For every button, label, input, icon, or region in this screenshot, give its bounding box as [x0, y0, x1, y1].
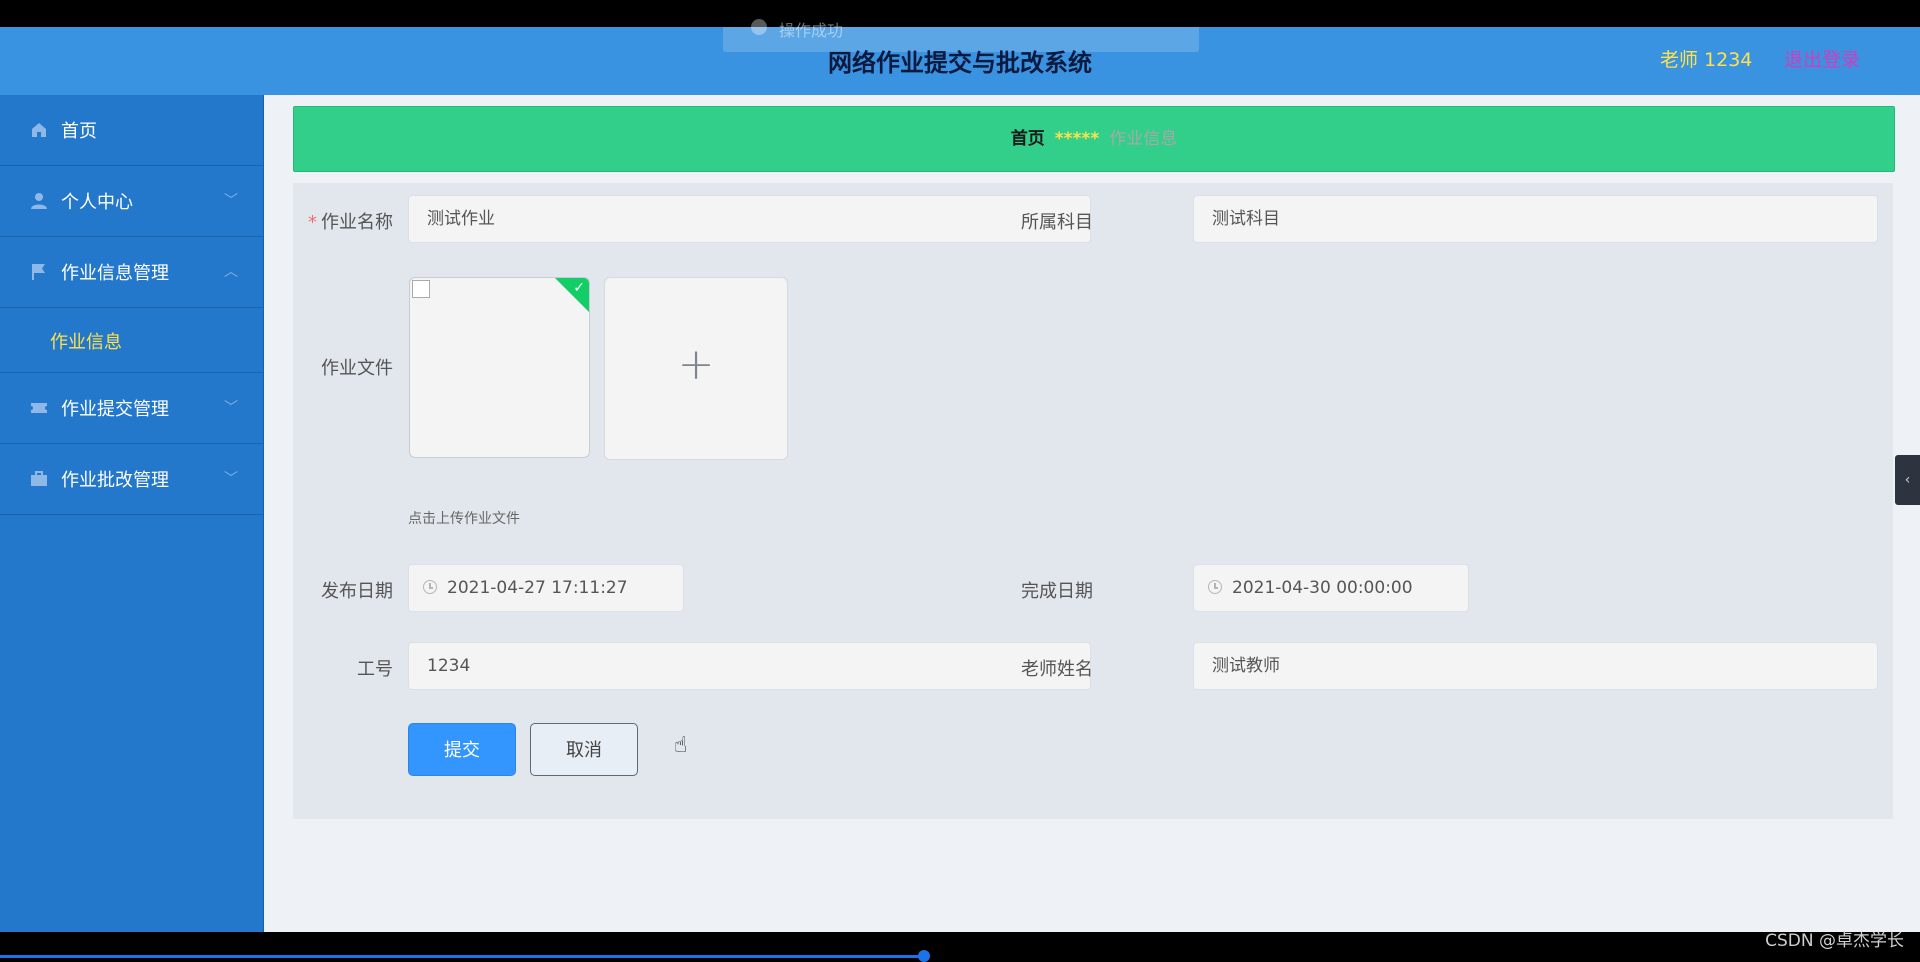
sidebar-item-label: 作业提交管理 [61, 399, 169, 420]
subject-label: 所属科目 [1021, 212, 1093, 233]
due-date-value: 2021-04-30 00:00:00 [1232, 578, 1413, 598]
homework-form: * 作业名称 测试作业 所属科目 测试科目 作业文件 ✓ + 点击上传作业文件 发… [293, 183, 1893, 819]
publish-date-label: 发布日期 [321, 581, 393, 602]
teacher-name-input[interactable]: 测试教师 [1193, 642, 1878, 690]
broken-image-icon [412, 280, 430, 298]
flag-icon [32, 264, 45, 280]
sidebar-subitem-label[interactable]: 作业信息 [50, 328, 122, 354]
sidebar-item-label: 作业信息管理 [61, 263, 169, 284]
current-user: 老师 1234 [1660, 49, 1753, 71]
cancel-button[interactable]: 取消 [530, 723, 638, 776]
upload-button[interactable]: + [604, 277, 788, 460]
breadcrumb-separator: ***** [1054, 129, 1100, 149]
collapse-panel-tab[interactable]: ‹ [1895, 455, 1920, 505]
upload-hint: 点击上传作业文件 [408, 511, 520, 527]
success-icon [751, 19, 767, 35]
sidebar-item-profile[interactable]: 个人中心 ﹀ [0, 166, 263, 237]
chevron-down-icon: ﹀ [224, 193, 238, 209]
watermark: CSDN @卓杰学长 [1765, 931, 1904, 951]
uploaded-file-thumbnail[interactable]: ✓ [409, 277, 590, 458]
breadcrumb: 首页 ***** 作业信息 [293, 106, 1895, 172]
app-header: 操作成功 网络作业提交与批改系统 老师 1234 退出登录 [0, 19, 1920, 95]
hand-cursor-icon: ☝ [674, 733, 688, 758]
homework-name-input[interactable]: 测试作业 [408, 195, 1091, 243]
homework-file-label: 作业文件 [321, 358, 393, 379]
video-progress-bar[interactable] [0, 955, 925, 958]
sidebar-item-homework-info-mgmt[interactable]: 作业信息管理 ︿ [0, 237, 263, 308]
briefcase-icon [31, 471, 47, 486]
staff-id-input[interactable]: 1234 [408, 642, 1091, 690]
sidebar-item-home[interactable]: 首页 [0, 95, 263, 166]
teacher-name-label: 老师姓名 [1021, 659, 1093, 680]
sidebar: 首页 个人中心 ﹀ 作业信息管理 ︿ 作业信息 作业提交管理 ﹀ 作业批改管理 … [0, 95, 264, 932]
video-progress-handle[interactable] [918, 950, 930, 962]
chevron-down-icon: ﹀ [224, 400, 238, 416]
toast-text: 操作成功 [779, 21, 844, 40]
user-icon [31, 193, 47, 209]
staff-id-label: 工号 [357, 659, 393, 680]
sidebar-subitem-homework-info: 作业信息 [0, 308, 263, 373]
subject-input[interactable]: 测试科目 [1193, 195, 1878, 243]
breadcrumb-current: 作业信息 [1109, 129, 1178, 149]
sidebar-item-label: 个人中心 [61, 192, 133, 213]
sidebar-item-grading-mgmt[interactable]: 作业批改管理 ﹀ [0, 444, 263, 515]
home-icon [32, 123, 46, 137]
chevron-up-icon: ︿ [224, 264, 238, 280]
clock-icon [1208, 580, 1222, 594]
chevron-left-icon: ‹ [1904, 472, 1911, 488]
due-date-label: 完成日期 [1021, 581, 1093, 602]
sidebar-item-label: 首页 [61, 121, 97, 142]
check-icon: ✓ [573, 280, 585, 296]
app-title: 网络作业提交与批改系统 [828, 49, 1092, 77]
ticket-icon [31, 403, 47, 413]
chevron-down-icon: ﹀ [224, 471, 238, 487]
homework-name-label: * 作业名称 [308, 212, 393, 233]
submit-button[interactable]: 提交 [408, 723, 516, 776]
sidebar-item-submission-mgmt[interactable]: 作业提交管理 ﹀ [0, 373, 263, 444]
publish-date-picker[interactable]: 2021-04-27 17:11:27 [408, 564, 684, 612]
due-date-picker[interactable]: 2021-04-30 00:00:00 [1193, 564, 1469, 612]
publish-date-value: 2021-04-27 17:11:27 [447, 578, 628, 598]
clock-icon [423, 580, 437, 594]
sidebar-item-label: 作业批改管理 [61, 470, 169, 491]
plus-icon: + [677, 339, 715, 390]
screen-top-bar [0, 0, 1920, 27]
breadcrumb-home[interactable]: 首页 [1011, 129, 1045, 149]
main-content: 首页 ***** 作业信息 * 作业名称 测试作业 所属科目 测试科目 作业文件 ✓ … [264, 95, 1920, 932]
logout-link[interactable]: 退出登录 [1784, 45, 1860, 72]
